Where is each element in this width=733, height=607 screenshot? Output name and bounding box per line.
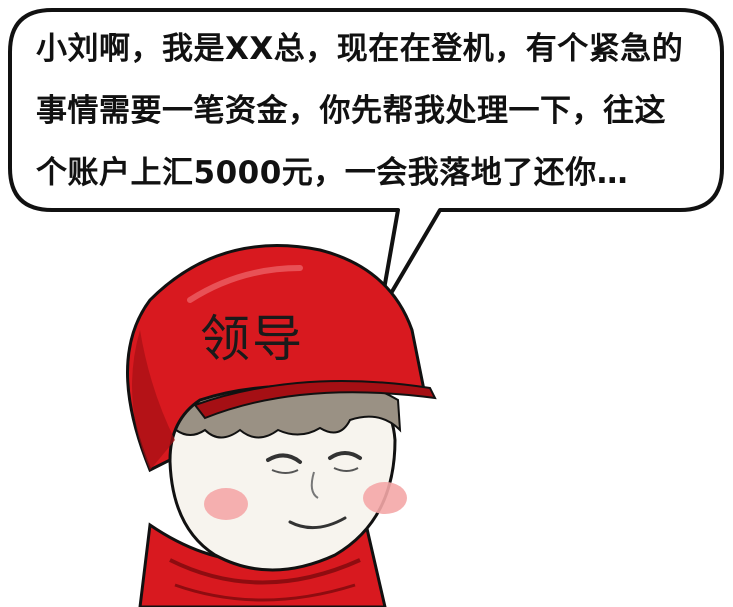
speech-line: 个账户上汇5000元，一会我落地了还你… [36,155,629,191]
right-blush [363,482,407,514]
meme-scene: 小刘啊，我是XX总，现在在登机，有个紧急的 事情需要一笔资金，你先帮我处理一下，… [0,0,733,607]
speech-line: 事情需要一笔资金，你先帮我处理一下，往这 [36,93,666,129]
helmet-label: 领导 [200,310,304,368]
speech-line: 小刘啊，我是XX总，现在在登机，有个紧急的 [36,31,684,67]
left-blush [204,488,248,520]
speech-text: 小刘啊，我是XX总，现在在登机，有个紧急的 事情需要一笔资金，你先帮我处理一下，… [36,18,706,204]
